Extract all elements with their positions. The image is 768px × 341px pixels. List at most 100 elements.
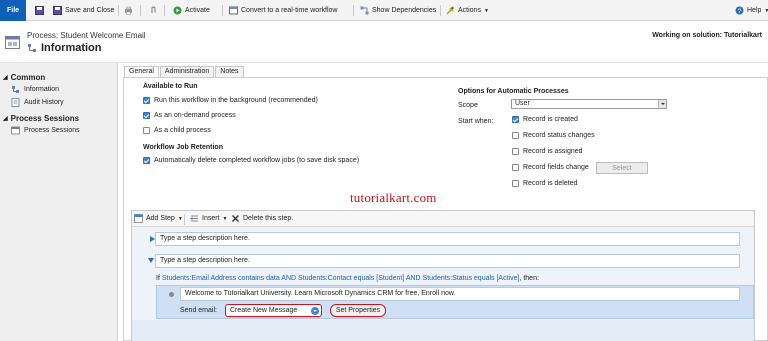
toolbar-separator xyxy=(140,5,141,16)
show-dependencies-button[interactable]: Show Dependencies xyxy=(360,0,436,21)
tab-general[interactable]: General xyxy=(124,66,159,77)
add-step-button[interactable]: Add Step ▼ xyxy=(134,214,183,223)
chevron-down-icon: ▼ xyxy=(764,7,768,14)
record-deleted-option[interactable]: Record is deleted xyxy=(512,180,577,187)
select-fields-button[interactable]: Select xyxy=(596,162,648,174)
step-description-input[interactable]: Type a step description here. xyxy=(155,254,740,268)
insert-label: Insert xyxy=(202,215,220,222)
help-button[interactable]: ? Help ▼ xyxy=(735,0,768,21)
activate-label: Activate xyxy=(185,7,210,14)
tab-notes[interactable]: Notes xyxy=(215,66,244,77)
toolbar-separator xyxy=(164,5,165,16)
nav-group-process-sessions[interactable]: ◢ Process Sessions xyxy=(3,114,79,123)
insert-button[interactable]: Insert ▼ xyxy=(190,214,227,223)
solution-indicator: Working on solution: Tutorialkart xyxy=(652,32,762,39)
action-description-input[interactable]: Welcome to Tutorialkart University. Lear… xyxy=(180,287,740,301)
checkbox[interactable] xyxy=(512,164,519,171)
send-email-value: Create New Message xyxy=(230,307,298,314)
collapse-down-icon[interactable] xyxy=(148,258,154,263)
nav-group-process-sessions-label: Process Sessions xyxy=(10,114,80,123)
add-step-label: Add Step xyxy=(146,215,175,222)
checkbox[interactable] xyxy=(512,148,519,155)
condition-link[interactable]: Students:Email Address contains data AND… xyxy=(162,275,520,282)
run-in-background-option[interactable]: Run this workflow in the background (rec… xyxy=(143,97,318,104)
tab-administration[interactable]: Administration xyxy=(159,66,215,77)
send-email-select[interactable]: Create New Message xyxy=(225,304,322,317)
checkbox[interactable] xyxy=(143,157,150,164)
print-icon[interactable] xyxy=(124,0,133,21)
nav-item-information-label: Information xyxy=(24,86,60,93)
triangle-down-icon: ◢ xyxy=(3,75,8,81)
send-email-label: Send email: xyxy=(180,307,217,314)
start-when-label: Start when: xyxy=(458,118,494,125)
nav-group-common-label: Common xyxy=(10,73,46,82)
chevron-down-icon: ▼ xyxy=(177,215,183,222)
auto-delete-label: Automatically delete completed workflow … xyxy=(154,157,360,164)
toolbar-separator xyxy=(353,5,354,16)
record-status-option[interactable]: Record status changes xyxy=(512,132,595,139)
delete-step-label: Delete this step. xyxy=(243,215,294,222)
auto-delete-option[interactable]: Automatically delete completed workflow … xyxy=(143,157,359,164)
nav-group-common[interactable]: ◢ Common xyxy=(3,73,45,82)
delete-step-button[interactable]: Delete this step. xyxy=(231,214,293,223)
information-icon xyxy=(12,86,19,93)
chevron-down-icon: ▼ xyxy=(483,7,489,14)
information-icon xyxy=(28,44,36,52)
scope-value: User xyxy=(515,100,530,107)
nav-item-information[interactable]: Information xyxy=(11,85,59,94)
record-status-label: Record status changes xyxy=(523,132,595,139)
run-in-background-label: Run this workflow in the background (rec… xyxy=(154,97,318,104)
convert-label: Convert to a real-time workflow xyxy=(241,7,338,14)
checkbox[interactable] xyxy=(143,127,150,134)
actions-icon xyxy=(446,6,454,15)
scope-label: Scope xyxy=(458,102,478,109)
record-created-label: Record is created xyxy=(523,116,578,123)
actions-menu-button[interactable]: Actions ▼ xyxy=(446,0,489,21)
child-process-option[interactable]: As a child process xyxy=(143,127,211,134)
checkbox[interactable] xyxy=(143,112,150,119)
toolbar-separator xyxy=(118,5,119,16)
checkbox[interactable] xyxy=(143,97,150,104)
file-button[interactable]: File xyxy=(0,0,26,21)
activate-button[interactable]: Activate xyxy=(173,0,210,21)
on-demand-option[interactable]: As an on-demand process xyxy=(143,112,236,119)
page-title: Information xyxy=(41,42,102,54)
activate-icon xyxy=(173,6,182,15)
checkbox[interactable] xyxy=(512,132,519,139)
on-demand-label: As an on-demand process xyxy=(154,112,236,119)
dependencies-icon xyxy=(360,6,369,15)
record-assigned-option[interactable]: Record is assigned xyxy=(512,148,583,155)
set-properties-button[interactable]: Set Properties xyxy=(330,304,386,317)
condition-line: If Students:Email Address contains data … xyxy=(156,275,539,282)
insert-icon xyxy=(190,215,198,222)
step-description-input[interactable]: Type a step description here. xyxy=(155,232,740,246)
nav-item-audit-history-label: Audit History xyxy=(24,99,64,106)
attach-icon[interactable] xyxy=(149,0,158,21)
process-sessions-icon xyxy=(11,126,20,135)
record-created-option[interactable]: Record is created xyxy=(512,116,578,123)
toolbar-separator xyxy=(222,5,223,16)
step-bullet-icon xyxy=(169,292,174,297)
record-fields-label: Record fields change xyxy=(523,164,589,171)
command-bar: File Save and Close Activate Convert to … xyxy=(0,0,768,21)
scope-select[interactable]: User xyxy=(511,99,667,109)
automatic-processes-heading: Options for Automatic Processes xyxy=(458,88,569,95)
record-deleted-label: Record is deleted xyxy=(523,180,578,187)
audit-history-icon xyxy=(11,98,20,107)
checkbox[interactable] xyxy=(512,116,519,123)
checkbox[interactable] xyxy=(512,180,519,187)
convert-realtime-button[interactable]: Convert to a real-time workflow xyxy=(229,0,337,21)
convert-icon xyxy=(229,6,238,15)
job-retention-heading: Workflow Job Retention xyxy=(143,144,223,151)
save-icon[interactable] xyxy=(35,0,44,21)
save-close-icon xyxy=(53,6,62,15)
record-fields-option[interactable]: Record fields change xyxy=(512,164,589,171)
nav-item-process-sessions[interactable]: Process Sessions xyxy=(11,126,80,135)
chevron-down-icon: ▼ xyxy=(222,215,228,222)
save-and-close-button[interactable]: Save and Close xyxy=(53,0,114,21)
nav-item-audit-history[interactable]: Audit History xyxy=(11,98,64,107)
watermark: tutorialkart.com xyxy=(350,190,437,205)
available-to-run-heading: Available to Run xyxy=(143,83,198,90)
toolbar-separator xyxy=(440,5,441,16)
help-icon: ? xyxy=(735,6,744,15)
